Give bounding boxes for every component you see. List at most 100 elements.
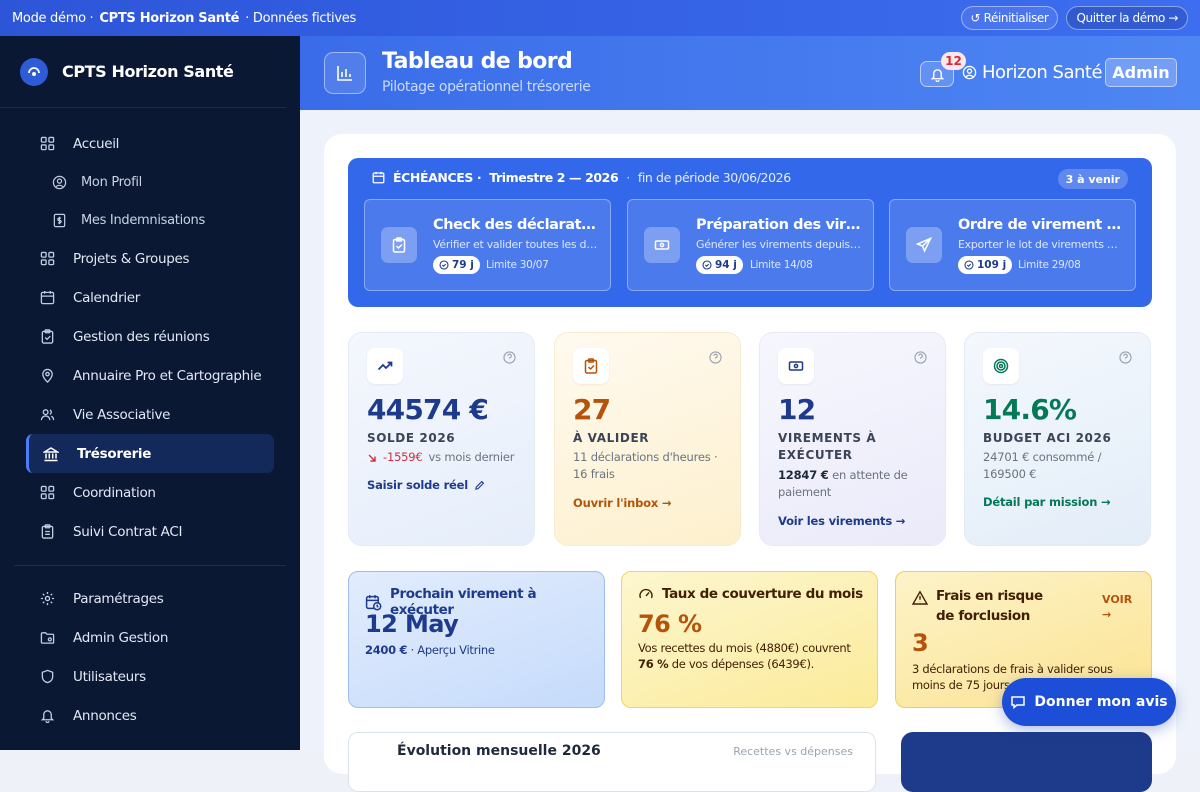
sidebar-item-admin-gestion[interactable]: Admin Gestion	[0, 618, 300, 657]
coverage-text-b: de vos dépenses (6439€).	[668, 657, 815, 671]
kpi-label: VIREMENTS À EXÉCUTER	[778, 431, 877, 462]
sidebar-item-suivi-aci[interactable]: Suivi Contrat ACI	[0, 512, 300, 551]
echeances-banner: ÉCHÉANCES · Trimestre 2 — 2026 · fin de …	[348, 158, 1152, 307]
next-transfer-card[interactable]: Prochain virement à exécuter 12 May 2400…	[348, 571, 605, 708]
saisir-solde-link[interactable]: Saisir solde réel	[367, 478, 485, 492]
calendar-clock-icon	[365, 594, 382, 610]
kpi-value: 27	[573, 393, 611, 426]
coverage-card[interactable]: Taux de couverture du mois 76 % Vos rece…	[621, 571, 878, 708]
sidebar-item-vie-associative[interactable]: Vie Associative	[0, 395, 300, 434]
gear-icon	[40, 591, 55, 606]
reset-demo-button[interactable]: ↺ Réinitialiser	[960, 6, 1059, 30]
sidebar-item-calendrier[interactable]: Calendrier	[0, 278, 300, 317]
pending-amount: 12847 €	[778, 468, 829, 482]
clock-check-icon	[964, 260, 974, 270]
kpi-value: 44574 €	[367, 393, 489, 426]
sidebar-item-label: Suivi Contrat ACI	[73, 523, 183, 540]
sidebar-item-coordination[interactable]: Coordination	[0, 473, 300, 512]
risk-count: 3	[912, 629, 929, 657]
main-content: ÉCHÉANCES · Trimestre 2 — 2026 · fin de …	[300, 110, 1200, 792]
link-label: Saisir solde réel	[367, 478, 468, 492]
days-left: 94 j	[715, 259, 737, 271]
clipboard-check-icon	[41, 329, 54, 344]
monthly-evolution-card: Évolution mensuelle 2026 Recettes vs dép…	[348, 732, 876, 792]
sidebar-item-label: Paramétrages	[73, 590, 164, 607]
sidebar-item-label: Calendrier	[73, 289, 141, 306]
help-icon[interactable]	[1119, 351, 1132, 364]
sidebar-item-label: Mon Profil	[81, 174, 142, 190]
user-circle-icon	[52, 175, 67, 189]
sidebar-item-label: Mes Indemnisations	[81, 212, 205, 228]
clock-check-icon	[439, 260, 449, 270]
task-card[interactable]: Préparation des virements Générer les vi…	[627, 199, 874, 291]
upcoming-badge: 3 à venir	[1057, 169, 1128, 189]
kpi-label: BUDGET ACI 2026	[983, 431, 1112, 445]
sidebar-item-mes-indemnisations[interactable]: Mes Indemnisations	[0, 201, 300, 239]
sidebar-item-utilisateurs[interactable]: Utilisateurs	[0, 657, 300, 696]
sidebar-item-label: Coordination	[73, 484, 156, 501]
sidebar-item-annuaire[interactable]: Annuaire Pro et Cartographie	[0, 356, 300, 395]
help-icon[interactable]	[503, 351, 516, 364]
mission-detail-link[interactable]: Détail par mission →	[983, 495, 1111, 509]
kpi-sub: 11 déclarations d'heures · 16 frais	[573, 450, 718, 481]
role-button[interactable]: Admin	[1105, 58, 1177, 87]
echeances-header: ÉCHÉANCES · Trimestre 2 — 2026 · fin de …	[372, 170, 791, 185]
clipboard-icon	[41, 524, 54, 539]
target-icon	[983, 348, 1019, 384]
grid-icon	[40, 485, 55, 500]
page-subtitle: Pilotage opérationnel trésorerie	[382, 79, 591, 95]
sidebar-item-label: Utilisateurs	[73, 668, 146, 685]
grid-icon	[40, 136, 55, 151]
kpi-delta: -1559€ vs mois dernier	[367, 449, 527, 466]
help-icon[interactable]	[914, 351, 927, 364]
quit-demo-button[interactable]: Quitter la démo →	[1066, 6, 1188, 30]
calendar-icon	[372, 171, 385, 184]
next-transfer-date: 12 May	[365, 610, 459, 638]
sidebar-item-projets[interactable]: Projets & Groupes	[0, 239, 300, 278]
sidebar-item-annonces[interactable]: Annonces	[0, 696, 300, 735]
days-left-badge: 109 j	[958, 256, 1013, 274]
feedback-button[interactable]: Donner mon avis	[1002, 678, 1176, 726]
voir-link[interactable]: VOIR →	[1102, 592, 1142, 622]
days-left-badge: 79 j	[433, 256, 480, 274]
sidebar-item-label: Annonces	[73, 707, 137, 724]
task-limit: Limite 29/08	[1018, 259, 1081, 271]
days-left: 79 j	[452, 259, 474, 271]
sidebar-item-accueil[interactable]: Accueil	[0, 124, 300, 163]
open-inbox-link[interactable]: Ouvrir l'inbox →	[573, 496, 672, 510]
task-card[interactable]: Check des déclarations de frais Vérifier…	[364, 199, 611, 291]
page-header: Tableau de bord Pilotage opérationnel tr…	[300, 36, 1200, 110]
days-left-badge: 94 j	[696, 256, 743, 274]
coverage-text-a: Vos recettes du mois (4880€) couvrent	[638, 641, 851, 655]
task-title: Check des déclarations de frais	[433, 217, 598, 233]
help-icon[interactable]	[709, 351, 722, 364]
clock-check-icon	[702, 260, 712, 270]
sidebar-item-label: Trésorerie	[77, 445, 152, 462]
sidebar-item-reunions[interactable]: Gestion des réunions	[0, 317, 300, 356]
card-title: Taux de couverture du mois	[662, 586, 863, 602]
task-desc: Générer les virements depuis les déclara…	[696, 238, 861, 251]
task-card[interactable]: Ordre de virement au trésorier Exporter …	[889, 199, 1136, 291]
coverage-value: 76 %	[638, 610, 702, 638]
org-switcher[interactable]: Horizon Santé	[962, 62, 1103, 83]
task-title: Préparation des virements	[696, 217, 861, 233]
brand[interactable]: CPTS Horizon Santé	[0, 36, 286, 108]
sidebar-item-tresorerie[interactable]: Trésorerie	[26, 434, 274, 473]
delta-value: -1559€	[383, 450, 423, 464]
view-transfers-link[interactable]: Voir les virements →	[778, 514, 905, 528]
kpi-budget: 14.6% BUDGET ACI 2026 24701 € consommé /…	[964, 332, 1151, 546]
sidebar-item-label: Annuaire Pro et Cartographie	[73, 367, 262, 384]
clipboard-check-icon	[381, 227, 417, 263]
org-name: Horizon Santé	[982, 62, 1103, 83]
bank-icon	[43, 446, 59, 461]
task-limit: Limite 14/08	[750, 259, 813, 271]
demo-notice: Mode démo · CPTS Horizon Santé · Données…	[12, 11, 356, 26]
sidebar-item-parametrages[interactable]: Paramétrages	[0, 579, 300, 618]
folder-gear-icon	[40, 632, 55, 644]
card-title: Évolution mensuelle 2026	[397, 743, 601, 759]
trending-up-icon	[367, 348, 403, 384]
sidebar-item-mon-profil[interactable]: Mon Profil	[0, 163, 300, 201]
clipboard-check-icon	[573, 348, 609, 384]
sidebar-item-label: Admin Gestion	[73, 629, 169, 646]
page-title: Tableau de bord	[382, 49, 573, 74]
